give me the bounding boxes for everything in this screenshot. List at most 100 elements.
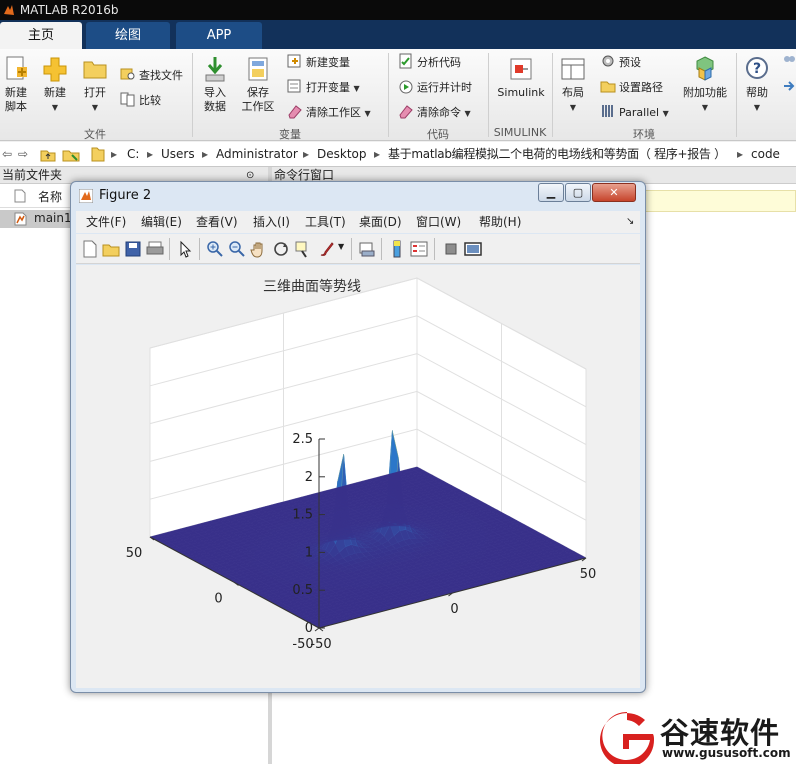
ribbon: 新建 脚本 新建 ▼ 打开 ▼ 查找文件 比较 文件 导入 数据 保存 工作区 新建… [0,49,796,141]
x-tick-label: 50 [580,567,597,582]
save-workspace-icon [248,57,268,81]
pointer-icon[interactable] [176,240,194,258]
path-separator-icon: ▸ [147,147,154,161]
parallel-label: Parallel [619,106,660,119]
path-segment[interactable]: 基于matlab编程模拟二个电荷的电场线和等势面（ 程序+报告 ） [388,142,726,166]
close-button[interactable]: ✕ [592,183,636,202]
path-segment[interactable]: C: [127,142,139,166]
menu-edit[interactable]: 编辑(E) [141,211,182,233]
save-icon[interactable] [124,240,142,258]
path-separator-icon: ▸ [202,147,209,161]
simulink-button[interactable]: Simulink [496,55,546,100]
up-folder-icon[interactable] [40,147,56,163]
show-plot-tools-icon[interactable] [464,240,482,258]
zoom-out-icon[interactable] [228,240,246,258]
menu-dock-arrow-icon[interactable]: ↘ [626,211,634,233]
community-icon[interactable] [782,53,796,71]
ribbon-separator [388,53,389,137]
watermark-url: www.gususoft.com [662,746,791,760]
new-label: 新建 [44,86,66,99]
colorbar-icon[interactable] [388,240,406,258]
find-files-icon [120,68,135,80]
layout-icon [561,58,585,80]
legend-icon[interactable] [410,240,428,258]
import-data-icon [205,57,225,82]
z-tick-label: 1.5 [292,508,313,523]
link-plot-icon[interactable] [358,240,376,258]
menu-tools[interactable]: 工具(T) [305,211,346,233]
data-cursor-icon[interactable] [294,240,312,258]
gear-icon [602,55,614,67]
compare-label: 比较 [139,94,161,107]
ribbon-separator [736,53,737,137]
set-path-button[interactable]: 设置路径 [600,78,663,96]
save-workspace-button[interactable]: 保存 工作区 [240,55,276,114]
svg-text:?: ? [753,61,761,77]
run-and-time-button[interactable]: 运行并计时 [398,78,472,96]
parallel-button[interactable]: Parallel ▼ [600,103,669,121]
open-variable-icon [287,79,301,93]
path-segment[interactable]: Desktop [317,142,367,166]
print-icon[interactable] [146,240,164,258]
hide-plot-tools-icon[interactable] [442,240,460,258]
maximize-button[interactable]: ▢ [565,183,591,202]
open-variable-button[interactable]: 打开变量 ▼ [287,78,360,96]
addons-icon [696,56,714,81]
minimize-button[interactable]: ▁ [538,183,564,202]
zoom-in-icon[interactable] [206,240,224,258]
layout-button[interactable]: 布局 ▼ [558,55,588,115]
forward-arrow-icon[interactable]: ⇨ [18,142,28,166]
root-folder-icon[interactable] [90,146,106,163]
menu-help[interactable]: 帮助(H) [479,211,521,233]
help-button[interactable]: ? 帮助 ▼ [742,55,772,115]
path-segment[interactable]: Users [161,142,195,166]
parallel-icon [602,105,613,117]
menu-view[interactable]: 查看(V) [196,211,238,233]
open-file-icon[interactable] [102,240,120,258]
tab-apps[interactable]: APP [176,22,262,49]
toolbar-separator [434,238,435,260]
clear-commands-button[interactable]: 清除命令 ▼ [398,103,471,121]
back-arrow-icon[interactable]: ⇦ [2,142,12,166]
new-button[interactable]: 新建 ▼ [40,55,70,115]
name-column-header[interactable]: 名称 [38,188,62,205]
help-label: 帮助 [746,86,768,99]
folder-icon [83,61,107,79]
new-figure-icon[interactable] [81,240,99,258]
brush-dropdown-icon[interactable]: ▼ [338,242,344,251]
new-variable-button[interactable]: 新建变量 [287,53,350,71]
new-script-button[interactable]: 新建 脚本 [2,55,30,114]
rotate-3d-icon[interactable] [272,240,290,258]
import-data-button[interactable]: 导入 数据 [200,55,230,114]
tab-home[interactable]: 主页 [0,22,82,49]
ribbon-separator [552,53,553,137]
support-icon[interactable] [782,78,796,96]
compare-button[interactable]: 比较 [120,91,161,109]
group-label-code: 代码 [427,128,449,141]
ribbon-separator [488,53,489,137]
chart-title: 三维曲面等势线 [263,278,361,295]
clear-workspace-button[interactable]: 清除工作区 ▼ [287,103,371,121]
preferences-button[interactable]: 预设 [600,53,641,71]
analyze-code-button[interactable]: 分析代码 [398,53,461,71]
figure-menu-bar: 文件(F) 编辑(E) 查看(V) 插入(I) 工具(T) 桌面(D) 窗口(W… [76,211,640,233]
help-icon: ? [746,57,768,79]
clear-workspace-label: 清除工作区 [306,106,361,119]
surface-chart: 00.511.522.5-50050-50050三维曲面等势线 [126,277,597,652]
browse-folder-icon[interactable] [62,147,80,163]
brush-icon[interactable] [318,240,336,258]
find-files-button[interactable]: 查找文件 [120,66,183,84]
y-tick-label: -50 [292,637,313,652]
path-segment[interactable]: Administrator [216,142,298,166]
open-button[interactable]: 打开 ▼ [80,55,110,115]
new-script-icon [6,56,27,80]
menu-file[interactable]: 文件(F) [86,211,126,233]
menu-insert[interactable]: 插入(I) [253,211,290,233]
menu-desktop[interactable]: 桌面(D) [359,211,402,233]
tab-plots[interactable]: 绘图 [86,22,170,49]
addons-button[interactable]: 附加功能 ▼ [680,55,730,115]
menu-window[interactable]: 窗口(W) [416,211,461,233]
path-segment[interactable]: code [751,142,780,166]
app-title: MATLAB R2016b [19,3,119,17]
pan-hand-icon[interactable] [250,240,268,258]
